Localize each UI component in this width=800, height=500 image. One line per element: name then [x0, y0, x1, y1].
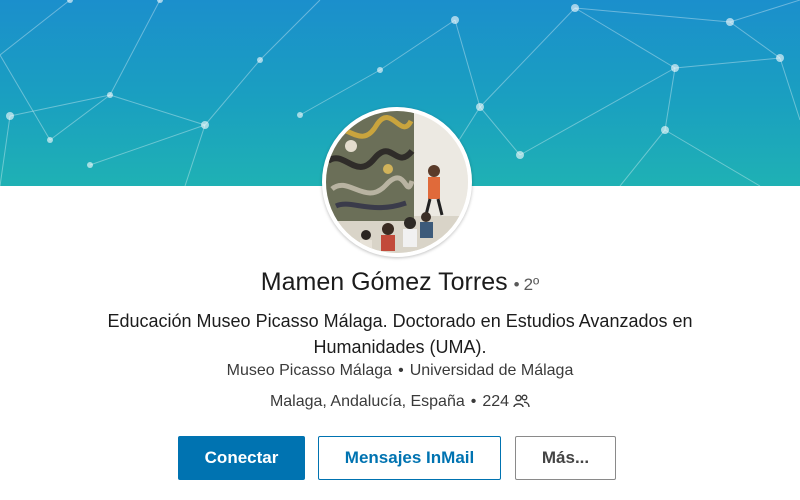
- school-link[interactable]: Universidad de Málaga: [410, 362, 574, 379]
- profile-name: Mamen Gómez Torres: [260, 268, 508, 296]
- connection-degree: • 2º: [514, 275, 540, 294]
- connect-button[interactable]: Conectar: [178, 436, 305, 480]
- name-row: Mamen Gómez Torres • 2º: [0, 268, 800, 297]
- degree-separator-dot: •: [513, 275, 520, 294]
- degree-value: 2º: [523, 275, 540, 294]
- meta-separator-dot: •: [398, 362, 404, 379]
- location-row: Malaga, Andalucía, España • 224: [0, 393, 800, 413]
- meta-separator-dot: •: [470, 393, 477, 410]
- company-link[interactable]: Museo Picasso Málaga: [227, 362, 392, 379]
- experience-row: Museo Picasso Málaga • Universidad de Mála…: [0, 362, 800, 380]
- inmail-button[interactable]: Mensajes InMail: [318, 436, 501, 480]
- avatar-photo: [326, 111, 468, 253]
- connections-count[interactable]: 224: [482, 393, 509, 410]
- people-icon: [513, 394, 530, 413]
- location: Malaga, Andalucía, España: [269, 393, 465, 410]
- more-button[interactable]: Más...: [515, 436, 616, 480]
- profile-headline: Educación Museo Picasso Málaga. Doctorad…: [107, 311, 693, 357]
- avatar[interactable]: [322, 107, 472, 257]
